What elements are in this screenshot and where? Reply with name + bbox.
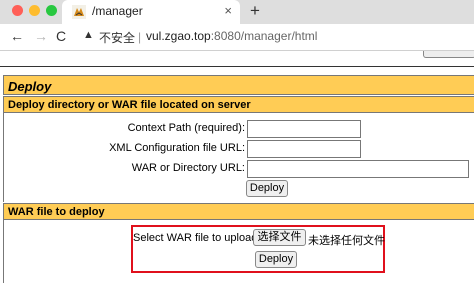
maximize-window-button[interactable] xyxy=(46,5,57,16)
close-window-button[interactable] xyxy=(12,5,23,16)
tab-close-icon[interactable]: × xyxy=(224,3,232,18)
address-bar[interactable]: vul.zgao.top:8080/manager/html xyxy=(146,29,317,43)
reload-button[interactable]: C xyxy=(56,28,66,44)
context-path-label: Context Path (required): xyxy=(127,122,245,134)
war-dir-url-label: WAR or Directory URL: xyxy=(131,162,245,174)
no-file-selected-text: 未选择任何文件 xyxy=(308,235,385,247)
choose-file-button[interactable]: 选择文件 xyxy=(253,229,306,246)
partial-button[interactable] xyxy=(423,51,474,58)
server-deploy-form: Context Path (required): XML Configurati… xyxy=(3,113,474,202)
address-separator: | xyxy=(138,30,142,44)
warning-icon[interactable]: ▲ xyxy=(83,29,94,41)
war-upload-heading: WAR file to deploy xyxy=(3,203,474,220)
forward-button[interactable]: → xyxy=(34,28,48,44)
manager-page: Deploy Deploy directory or WAR file loca… xyxy=(0,51,474,283)
war-dir-url-input[interactable] xyxy=(247,160,469,178)
divider xyxy=(0,66,474,67)
tab-strip: /manager × + xyxy=(0,0,474,24)
xml-config-input[interactable] xyxy=(247,140,361,158)
minimize-window-button[interactable] xyxy=(29,5,40,16)
tomcat-icon xyxy=(72,5,86,19)
url-path: :8080/manager/html xyxy=(210,29,318,43)
deploy-war-button[interactable]: Deploy xyxy=(255,251,297,268)
deploy-server-button[interactable]: Deploy xyxy=(246,180,288,197)
xml-config-label: XML Configuration file URL: xyxy=(109,142,245,154)
url-host: vul.zgao.top xyxy=(146,29,211,43)
deploy-heading: Deploy xyxy=(3,75,474,95)
new-tab-button[interactable]: + xyxy=(250,1,260,21)
tab-manager[interactable]: /manager × xyxy=(62,0,240,24)
back-button[interactable]: ← xyxy=(10,28,24,44)
browser-toolbar: ← → C ▲ 不安全 | vul.zgao.top:8080/manager/… xyxy=(0,24,474,51)
tab-title: /manager xyxy=(92,4,143,18)
security-status[interactable]: 不安全 xyxy=(99,29,135,46)
server-deploy-heading: Deploy directory or WAR file located on … xyxy=(3,96,474,113)
war-upload-label: Select WAR file to upload xyxy=(133,232,258,244)
context-path-input[interactable] xyxy=(247,120,361,138)
